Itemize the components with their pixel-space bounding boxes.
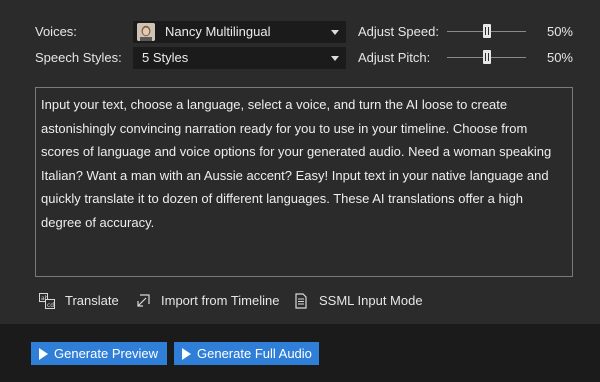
chevron-down-icon: [331, 56, 339, 61]
speech-styles-label: Speech Styles:: [35, 50, 122, 65]
play-icon: [39, 348, 48, 360]
speed-label: Adjust Speed:: [358, 24, 439, 39]
import-label: Import from Timeline: [161, 293, 280, 308]
styles-row: Speech Styles: 5 Styles Adjust Pitch: 50…: [0, 46, 600, 70]
voice-avatar: [137, 23, 155, 41]
speed-slider[interactable]: [447, 21, 526, 43]
footer-bar: Generate Preview Generate Full Audio: [0, 324, 600, 382]
script-textarea[interactable]: Input your text, choose a language, sele…: [35, 87, 573, 277]
speech-styles-select[interactable]: 5 Styles: [133, 47, 346, 69]
voices-label: Voices:: [35, 24, 77, 39]
ssml-label: SSML Input Mode: [319, 293, 423, 308]
translate-icon: ab cd: [39, 293, 55, 309]
voice-select-value: Nancy Multilingual: [165, 24, 271, 39]
speech-styles-value: 5 Styles: [142, 50, 189, 65]
generate-full-audio-label: Generate Full Audio: [197, 346, 312, 361]
pitch-value: 50%: [546, 50, 573, 65]
import-icon: [135, 293, 151, 309]
pitch-slider-thumb[interactable]: [483, 50, 491, 64]
speed-slider-thumb[interactable]: [483, 24, 491, 38]
play-icon: [182, 348, 191, 360]
generate-preview-button[interactable]: Generate Preview: [31, 342, 167, 365]
generate-preview-label: Generate Preview: [54, 346, 159, 361]
voices-row: Voices: Nancy Multilingual Adjust Speed:…: [0, 20, 600, 44]
pitch-slider[interactable]: [447, 47, 526, 69]
chevron-down-icon: [331, 30, 339, 35]
translate-label: Translate: [65, 293, 119, 308]
speed-value: 50%: [546, 24, 573, 39]
ssml-icon: [293, 293, 309, 309]
pitch-label: Adjust Pitch:: [358, 50, 431, 65]
svg-text:cd: cd: [47, 302, 54, 309]
generate-full-audio-button[interactable]: Generate Full Audio: [174, 342, 319, 365]
voice-select[interactable]: Nancy Multilingual: [133, 21, 346, 43]
